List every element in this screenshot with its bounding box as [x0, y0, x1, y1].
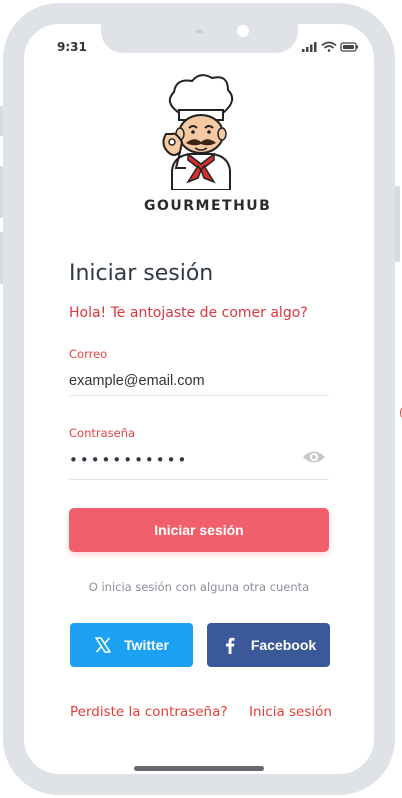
twitter-button[interactable]: Twitter	[70, 623, 193, 667]
phone-frame: 9:31 GOURMETHUB Iniciar sesión Hola! Te …	[3, 3, 395, 795]
brand-name: GOURMETHUB	[144, 198, 272, 214]
email-label: Correo	[69, 347, 108, 361]
facebook-label: Facebook	[250, 637, 317, 653]
wifi-icon	[321, 41, 337, 52]
email-field[interactable]	[69, 366, 329, 396]
password-label: Contraseña	[69, 426, 136, 440]
camera	[237, 25, 249, 37]
twitter-label: Twitter	[124, 637, 169, 653]
signal-icon	[302, 42, 317, 52]
forgot-password-link[interactable]: Perdiste la contraseña?	[70, 704, 228, 720]
battery-icon	[340, 42, 358, 52]
x-twitter-icon	[95, 637, 111, 653]
facebook-icon	[225, 637, 235, 654]
alt-login-text: O inicia sesión con alguna otra cuenta	[88, 580, 310, 594]
notch	[101, 24, 298, 53]
page-title: Iniciar sesión	[69, 261, 214, 286]
facebook-button[interactable]: Facebook	[207, 623, 330, 667]
status-time: 9:31	[57, 40, 87, 54]
eye-icon[interactable]	[302, 449, 326, 465]
page-subtitle: Hola! Te antojaste de comer algo?	[69, 305, 308, 321]
status-icons	[302, 41, 358, 52]
signin-link[interactable]: Inicia sesión	[249, 704, 332, 720]
home-indicator[interactable]	[134, 766, 264, 771]
password-value: •••••••••••	[69, 451, 189, 469]
login-button[interactable]: Iniciar sesión	[69, 508, 329, 552]
speaker	[196, 30, 203, 33]
power-button	[395, 186, 400, 262]
chef-logo	[162, 74, 234, 190]
